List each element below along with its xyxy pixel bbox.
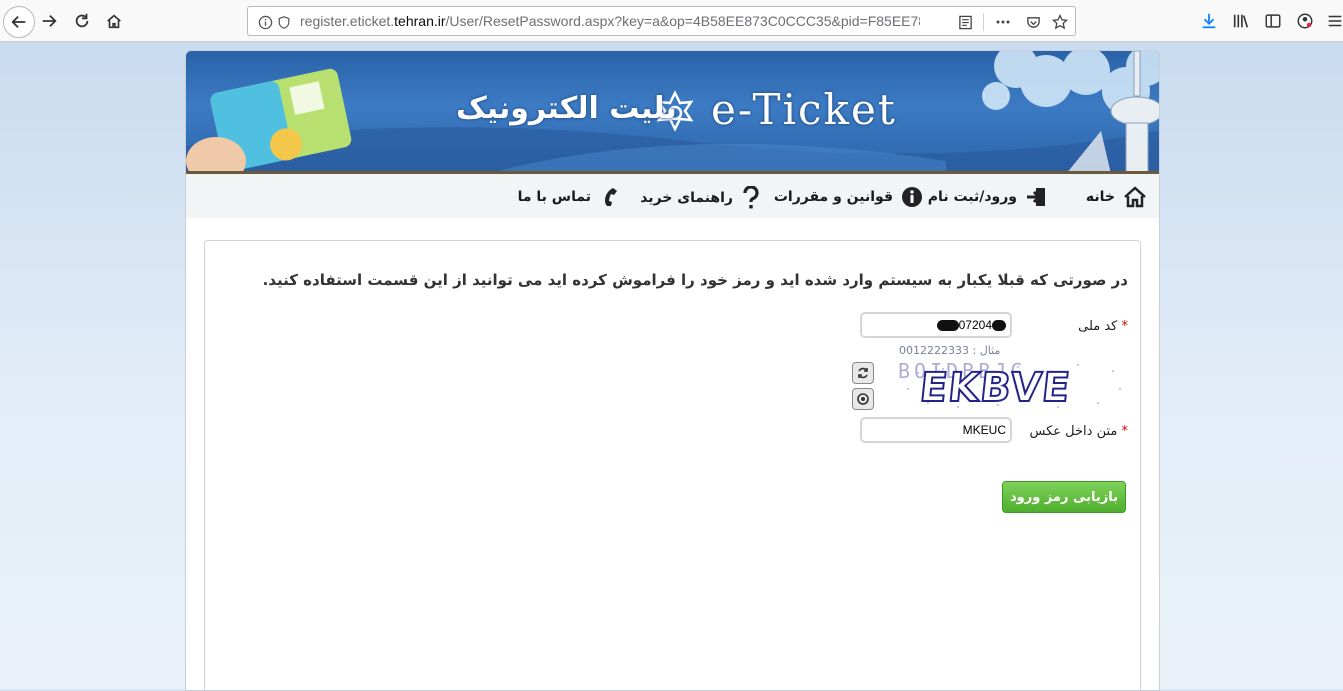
home-icon bbox=[107, 14, 121, 29]
redacted-mark bbox=[992, 320, 1006, 332]
national-code-value: 07204 bbox=[958, 318, 992, 332]
menu-label-login: ورود/ثبت نام bbox=[927, 189, 1017, 205]
menu-item-home[interactable]: خانه bbox=[1086, 186, 1147, 208]
captcha-input[interactable]: MKEUC bbox=[860, 417, 1012, 443]
library-icon[interactable] bbox=[1231, 11, 1251, 31]
national-code-hint: مثال : 0012222333 bbox=[899, 344, 1001, 357]
url-bar[interactable]: register.eticket.tehran.ir/User/ResetPas… bbox=[247, 6, 1076, 36]
question-mark-icon bbox=[743, 186, 759, 209]
main-menu: خانه ورود/ثبت نام قوانین و مقررات راهنما… bbox=[186, 174, 1159, 218]
reader-view-icon[interactable] bbox=[956, 13, 974, 31]
pocket-icon[interactable] bbox=[1024, 13, 1042, 31]
bookmark-star-icon[interactable] bbox=[1051, 13, 1069, 31]
reload-icon bbox=[75, 13, 89, 28]
back-button[interactable] bbox=[3, 6, 35, 38]
page-actions-icon[interactable] bbox=[994, 13, 1012, 31]
menu-item-contact[interactable]: تماس با ما bbox=[518, 186, 619, 208]
captcha-text: EKBVE bbox=[917, 364, 1074, 412]
intro-text: در صورتی که قبلا یکبار به سیستم وارد شده… bbox=[262, 271, 1128, 289]
site-container: e-Ticket بلیت الکترونیک خانه ورود/ثبت نا… bbox=[185, 50, 1160, 691]
url-prefix: register.eticket. bbox=[300, 13, 395, 29]
phone-icon bbox=[605, 188, 617, 206]
menu-item-rules[interactable]: قوانین و مقررات bbox=[774, 186, 923, 208]
browser-toolbar: register.eticket.tehran.ir/User/ResetPas… bbox=[0, 0, 1343, 42]
menu-item-login[interactable]: ورود/ثبت نام bbox=[928, 186, 1047, 208]
national-code-label-text: کد ملی bbox=[1078, 319, 1118, 334]
site-banner: e-Ticket بلیت الکترونیک bbox=[186, 51, 1159, 174]
reload-button[interactable] bbox=[67, 6, 97, 36]
account-icon[interactable] bbox=[1295, 11, 1315, 31]
info-icon[interactable] bbox=[256, 13, 274, 31]
refresh-icon bbox=[858, 367, 868, 379]
menu-label-home: خانه bbox=[1085, 189, 1115, 205]
required-mark: * bbox=[1121, 424, 1129, 439]
audio-captcha-button[interactable] bbox=[852, 388, 874, 410]
national-code-input[interactable]: 07204 bbox=[860, 312, 1012, 338]
sign-in-icon bbox=[1027, 188, 1045, 206]
home-icon bbox=[1124, 186, 1146, 208]
redacted-mark bbox=[936, 320, 959, 332]
url-path: /User/ResetPassword.aspx?key=a&op=4B58EE… bbox=[445, 13, 920, 29]
required-mark: * bbox=[1121, 319, 1129, 334]
speaker-icon bbox=[857, 393, 869, 405]
menu-label-guide: راهنمای خرید bbox=[640, 190, 733, 206]
reset-password-panel: در صورتی که قبلا یکبار به سیستم وارد شده… bbox=[204, 240, 1141, 690]
logo-persian: بلیت الکترونیک bbox=[456, 91, 677, 126]
tracking-shield-icon[interactable] bbox=[275, 13, 293, 31]
refresh-captcha-button[interactable] bbox=[852, 362, 874, 384]
captcha-image: BOIDBBJC EKBVE bbox=[898, 359, 1130, 412]
menu-label-contact: تماس با ما bbox=[517, 189, 591, 205]
forward-arrow-icon bbox=[42, 14, 57, 28]
national-code-label: * کد ملی bbox=[1078, 319, 1128, 334]
url-domain: tehran.ir bbox=[394, 13, 446, 29]
logo-english: e-Ticket bbox=[711, 85, 897, 134]
info-circle-icon bbox=[902, 187, 922, 207]
menu-label-rules: قوانین و مقررات bbox=[773, 189, 893, 205]
sidebar-icon[interactable] bbox=[1263, 11, 1283, 31]
forward-button[interactable] bbox=[34, 6, 64, 36]
captcha-label-text: متن داخل عکس bbox=[1029, 424, 1118, 439]
captcha-label: * متن داخل عکس bbox=[1030, 424, 1128, 439]
url-text: register.eticket.tehran.ir/User/ResetPas… bbox=[300, 13, 920, 29]
downloads-icon[interactable] bbox=[1199, 11, 1219, 31]
menu-icon[interactable] bbox=[1325, 11, 1343, 31]
urlbar-divider bbox=[983, 13, 984, 31]
menu-item-guide[interactable]: راهنمای خرید bbox=[640, 186, 761, 210]
home-button[interactable] bbox=[99, 6, 129, 36]
reset-password-button[interactable]: بازیابی رمز ورود bbox=[1002, 481, 1126, 513]
back-arrow-icon bbox=[11, 15, 26, 29]
